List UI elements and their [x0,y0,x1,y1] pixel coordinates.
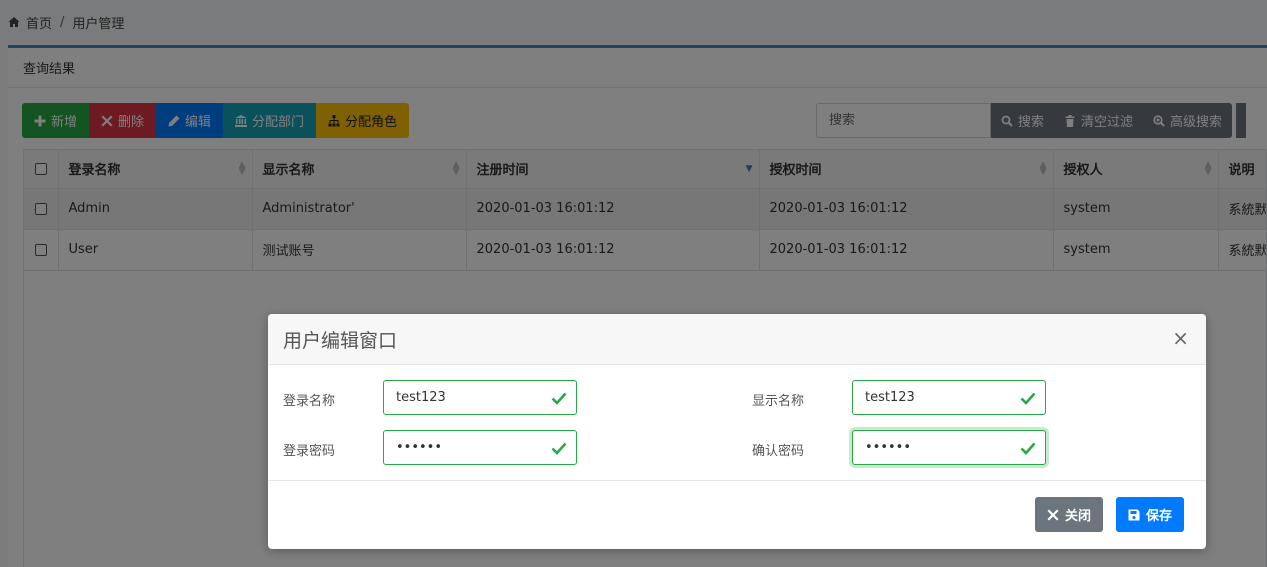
times-icon [1047,509,1059,520]
login-name-value: test123 [396,390,446,405]
modal-body: 登录名称 test123 显示名称 test123 登录密码 •••••• 确认… [268,365,1206,481]
check-icon [551,442,567,455]
close-button[interactable]: 关闭 [1035,497,1104,532]
confirm-password-label: 确认密码 [752,444,805,459]
save-button-label: 保存 [1146,509,1173,524]
display-name-field[interactable]: test123 [852,380,1046,415]
modal-footer: 关闭 保存 [268,481,1206,549]
user-edit-dialog: 用户编辑窗口 × 登录名称 test123 显示名称 test123 登录密码 … [268,314,1206,549]
close-button-label: 关闭 [1065,509,1092,524]
login-name-label: 登录名称 [283,394,336,409]
password-value: •••••• [396,440,443,455]
display-name-value: test123 [865,390,915,405]
confirm-password-value: •••••• [865,440,912,455]
modal-title: 用户编辑窗口 [283,329,398,352]
save-button[interactable]: 保存 [1116,497,1185,532]
check-icon [1020,392,1036,405]
password-label: 登录密码 [283,444,336,459]
modal-header: 用户编辑窗口 × [268,314,1206,365]
check-icon [551,392,567,405]
check-icon [1020,442,1036,455]
floppy-disk-icon [1128,509,1140,520]
close-icon[interactable]: × [1172,328,1189,348]
login-name-field[interactable]: test123 [383,380,577,415]
confirm-password-field[interactable]: •••••• [852,430,1046,465]
password-field[interactable]: •••••• [383,430,577,465]
display-name-label: 显示名称 [752,394,805,409]
